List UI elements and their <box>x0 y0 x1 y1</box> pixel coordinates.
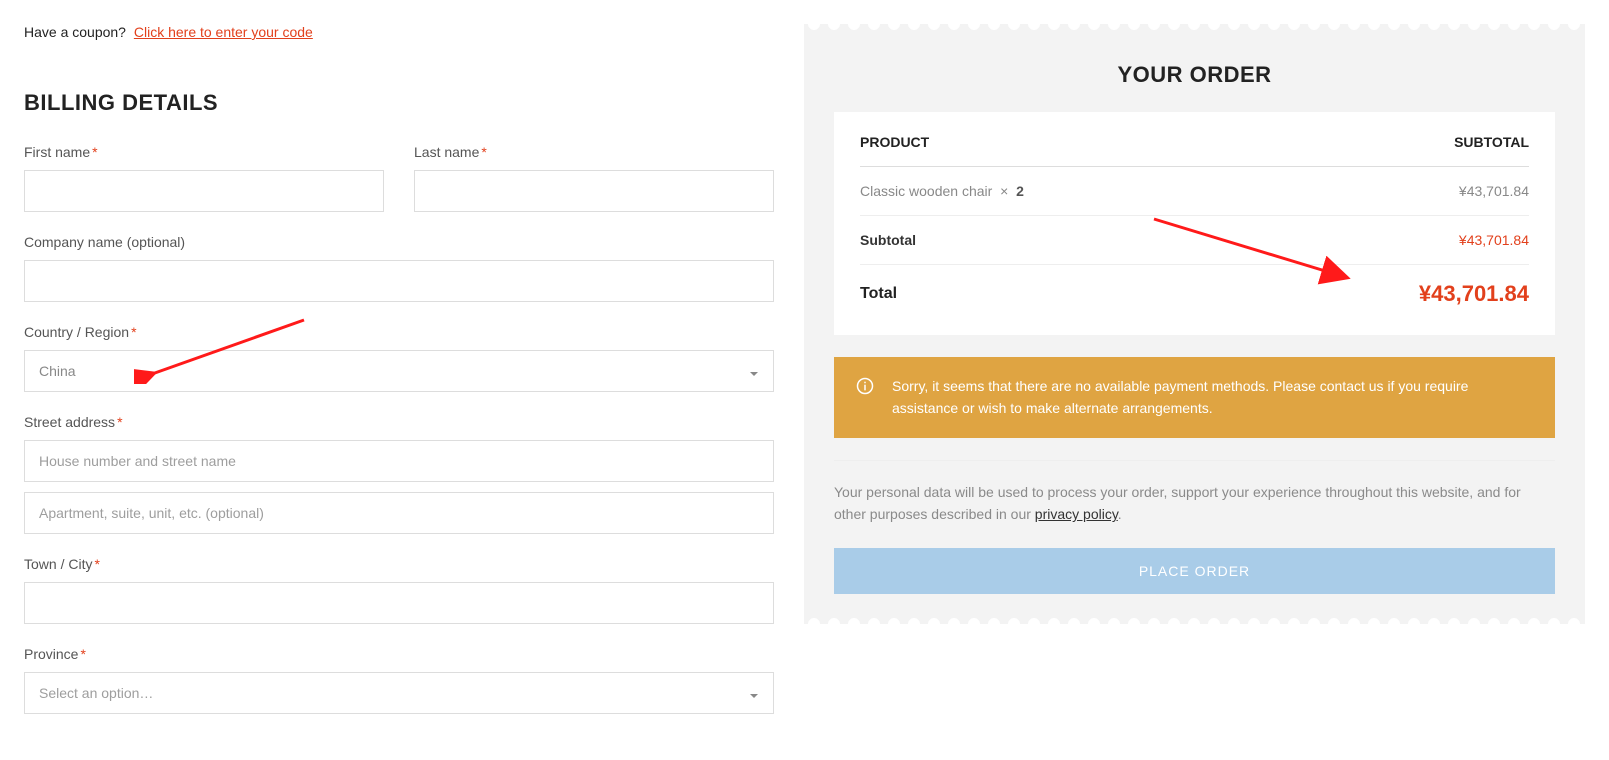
last-name-label: Last name* <box>414 144 774 160</box>
required-star-icon: * <box>481 144 486 160</box>
required-star-icon: * <box>92 144 97 160</box>
order-subtotal-row: Subtotal ¥43,701.84 <box>860 216 1529 265</box>
order-header-row: PRODUCT SUBTOTAL <box>860 134 1529 167</box>
payment-notice-text: Sorry, it seems that there are no availa… <box>892 375 1533 420</box>
order-item-name: Classic wooden chair × 2 <box>860 183 1024 199</box>
billing-heading: BILLING DETAILS <box>24 90 774 116</box>
company-field[interactable] <box>24 260 774 302</box>
order-total-row: Total ¥43,701.84 <box>860 265 1529 325</box>
first-name-label: First name* <box>24 144 384 160</box>
chevron-down-icon <box>749 366 759 376</box>
order-item-subtotal: ¥43,701.84 <box>1459 183 1529 199</box>
order-summary: YOUR ORDER PRODUCT SUBTOTAL Classic wood… <box>804 24 1585 624</box>
province-placeholder: Select an option… <box>39 685 153 701</box>
province-label: Province* <box>24 646 774 662</box>
country-label: Country / Region* <box>24 324 774 340</box>
divider <box>834 460 1555 461</box>
street-address-2-field[interactable] <box>24 492 774 534</box>
province-label-text: Province <box>24 646 78 662</box>
city-field[interactable] <box>24 582 774 624</box>
order-total-label: Total <box>860 285 897 303</box>
privacy-text-pre: Your personal data will be used to proce… <box>834 484 1521 522</box>
order-col-subtotal: SUBTOTAL <box>1454 134 1529 150</box>
required-star-icon: * <box>131 324 136 340</box>
order-card: PRODUCT SUBTOTAL Classic wooden chair × … <box>834 112 1555 335</box>
coupon-link[interactable]: Click here to enter your code <box>134 24 313 40</box>
privacy-text: Your personal data will be used to proce… <box>834 481 1555 526</box>
last-name-label-text: Last name <box>414 144 479 160</box>
country-label-text: Country / Region <box>24 324 129 340</box>
required-star-icon: * <box>117 414 122 430</box>
chevron-down-icon <box>749 688 759 698</box>
country-selected-value: China <box>39 363 76 379</box>
street-address-1-field[interactable] <box>24 440 774 482</box>
order-col-product: PRODUCT <box>860 134 929 150</box>
order-subtotal-label: Subtotal <box>860 232 916 248</box>
street-label: Street address* <box>24 414 774 430</box>
order-heading: YOUR ORDER <box>834 62 1555 88</box>
first-name-label-text: First name <box>24 144 90 160</box>
payment-notice: Sorry, it seems that there are no availa… <box>834 357 1555 438</box>
city-label-text: Town / City <box>24 556 92 572</box>
info-icon <box>856 377 874 401</box>
country-select[interactable]: China <box>24 350 774 392</box>
order-item-qty: 2 <box>1016 183 1024 199</box>
order-subtotal-value: ¥43,701.84 <box>1459 232 1529 248</box>
required-star-icon: * <box>94 556 99 572</box>
city-label: Town / City* <box>24 556 774 572</box>
order-total-value: ¥43,701.84 <box>1419 281 1529 307</box>
privacy-text-post: . <box>1118 506 1122 522</box>
company-label: Company name (optional) <box>24 234 774 250</box>
coupon-prompt: Have a coupon? Click here to enter your … <box>24 24 774 40</box>
required-star-icon: * <box>80 646 85 662</box>
last-name-field[interactable] <box>414 170 774 212</box>
province-select[interactable]: Select an option… <box>24 672 774 714</box>
order-item-name-text: Classic wooden chair <box>860 183 992 199</box>
order-item-row: Classic wooden chair × 2 ¥43,701.84 <box>860 167 1529 216</box>
privacy-policy-link[interactable]: privacy policy <box>1035 506 1118 522</box>
first-name-field[interactable] <box>24 170 384 212</box>
street-label-text: Street address <box>24 414 115 430</box>
place-order-button[interactable]: PLACE ORDER <box>834 548 1555 594</box>
order-item-qty-prefix: × <box>1000 183 1008 199</box>
coupon-prompt-text: Have a coupon? <box>24 24 126 40</box>
